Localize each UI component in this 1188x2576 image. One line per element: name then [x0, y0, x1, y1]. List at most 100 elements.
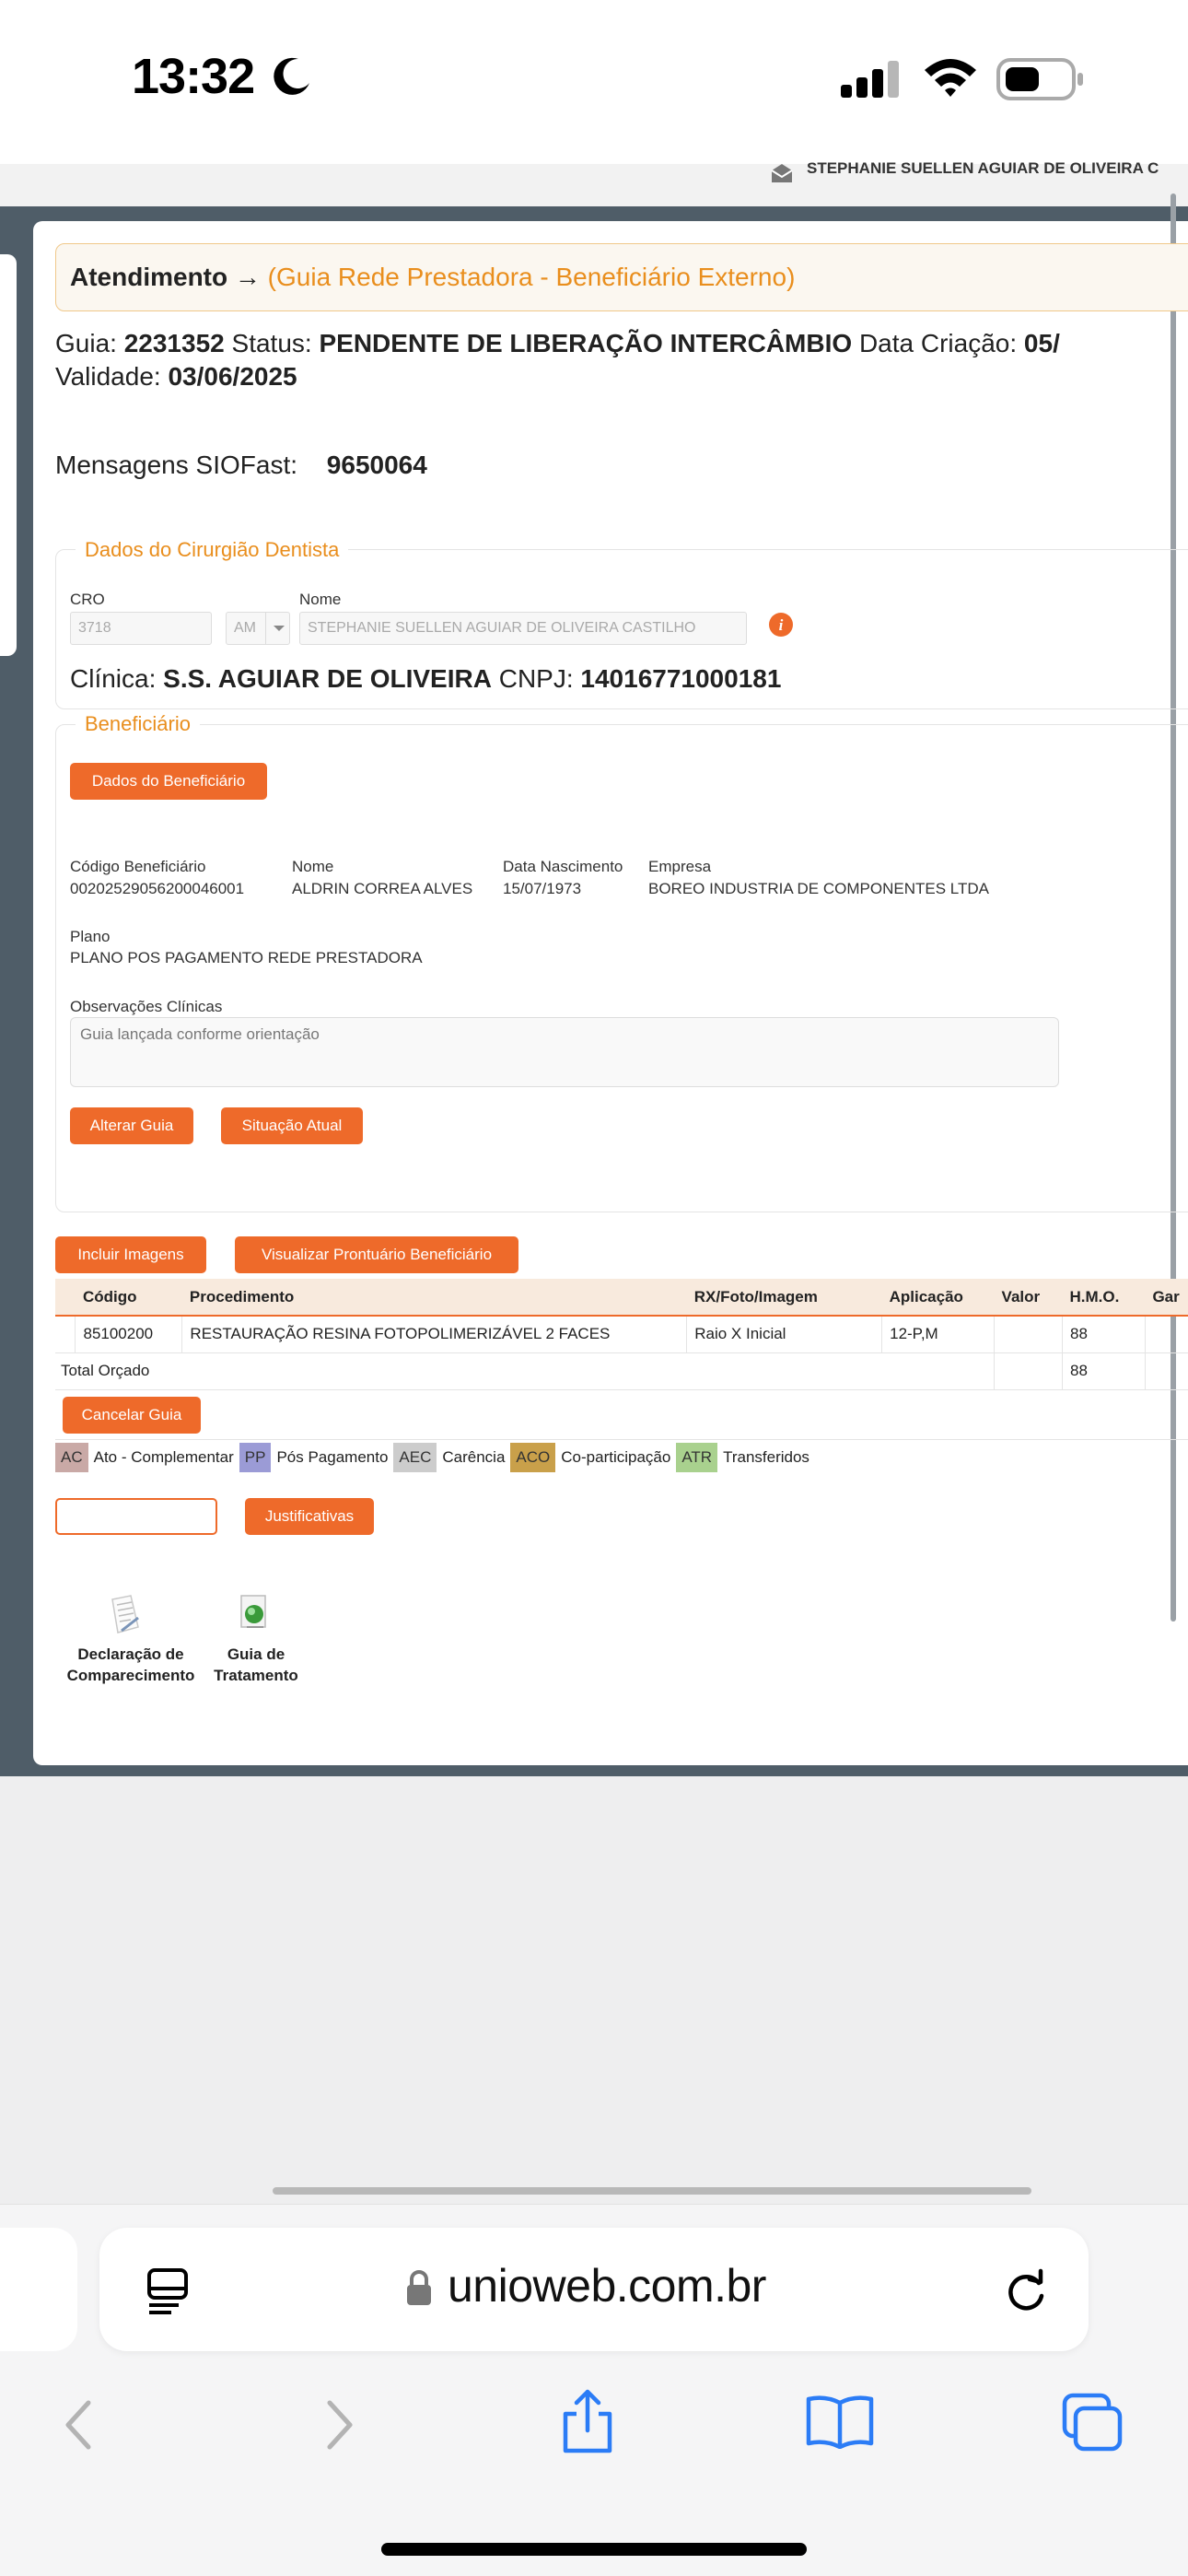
status-label: Status: [231, 329, 312, 357]
divider [55, 1439, 1188, 1440]
clinic-info: Clínica: S.S. AGUIAR DE OLIVEIRA CNPJ: 1… [70, 663, 781, 695]
siofast-messages: Mensagens SIOFast: 9650064 [55, 450, 427, 481]
plan-label: Plano [70, 928, 111, 945]
current-status-button[interactable]: Situação Atual [221, 1107, 363, 1144]
legend-label-atr: Transferidos [723, 1448, 809, 1466]
col-header-procedure: Procedimento [181, 1279, 687, 1317]
reader-menu-icon[interactable] [146, 2266, 190, 2314]
name-label: Nome [299, 591, 342, 608]
table-total-row: Total Orçado 88 [55, 1352, 1188, 1390]
status-time: 13:32 [132, 49, 255, 104]
table-cell [55, 1316, 76, 1353]
lock-icon [405, 2270, 433, 2307]
table-cell: RESTAURAÇÃO RESINA FOTOPOLIMERIZÁVEL 2 F… [181, 1316, 688, 1353]
cnpj-value: 14016771000181 [580, 664, 782, 693]
company-value: BOREO INDUSTRIA DE COMPONENTES LTDA [648, 880, 989, 897]
arrow-text: → [234, 263, 261, 291]
previous-tab-peek[interactable] [0, 2228, 77, 2351]
siofast-label: Mensagens SIOFast: [55, 451, 298, 479]
user-name[interactable]: STEPHANIE SUELLEN AGUIAR DE OLIVEIRA C [807, 157, 1159, 181]
cancel-guide-button[interactable]: Cancelar Guia [63, 1397, 201, 1434]
company-label: Empresa [648, 858, 712, 875]
alter-guide-button[interactable]: Alterar Guia [70, 1107, 193, 1144]
plan-value: PLANO POS PAGAMENTO REDE PRESTADORA [70, 949, 423, 966]
total-value [994, 1352, 1063, 1390]
status-legend: AC Ato - Complementar PP Pós Pagamento A… [55, 1443, 809, 1472]
procedures-table: Código Procedimento RX/Foto/Imagem Aplic… [55, 1279, 1188, 1390]
url-text[interactable]: unioweb.com.br [448, 2259, 766, 2313]
include-images-button[interactable]: Incluir Imagens [55, 1236, 206, 1273]
clinic-value: S.S. AGUIAR DE OLIVEIRA [163, 664, 492, 693]
forward-icon[interactable] [320, 2399, 357, 2451]
tabs-icon[interactable] [1061, 2392, 1125, 2454]
view-records-button[interactable]: Visualizar Prontuário Beneficiário [235, 1236, 518, 1273]
clinical-notes-field[interactable]: Guia lançada conforme orientação [70, 1017, 1059, 1087]
table-cell: 12-P,M [881, 1316, 996, 1353]
beneficiary-code-value: 00202529056200046001 [70, 880, 245, 897]
wifi-icon [921, 55, 980, 100]
guia-number: 2231352 [123, 329, 225, 357]
table-header-row: Código Procedimento RX/Foto/Imagem Aplic… [55, 1279, 1188, 1317]
table-cell: 88 [1062, 1316, 1146, 1353]
uf-value: AM [234, 620, 256, 636]
bookmarks-icon[interactable] [805, 2394, 875, 2449]
doc-label-line: Tratamento [214, 1667, 298, 1684]
beneficiary-name-value: ALDRIN CORREA ALVES [292, 880, 473, 897]
back-icon[interactable] [61, 2399, 98, 2451]
legend-code-atr: ATR [676, 1443, 718, 1472]
horizontal-scrollbar[interactable] [273, 2187, 1031, 2195]
table-row[interactable]: 85100200 RESTAURAÇÃO RESINA FOTOPOLIMERI… [55, 1316, 1188, 1353]
page-subtitle: (Guia Rede Prestadora - Beneficiário Ext… [267, 263, 796, 291]
guia-label: Guia: [55, 329, 117, 357]
col-header-image: RX/Foto/Imagem [686, 1279, 882, 1317]
legend-label-aco: Co-participação [561, 1448, 671, 1466]
doc-label-line: Declaração de [77, 1645, 184, 1663]
table-cell: Raio X Inicial [686, 1316, 883, 1353]
info-icon[interactable]: i [768, 612, 794, 638]
validity-value: 03/06/2025 [168, 362, 297, 391]
validade-info: Validade: 03/06/2025 [55, 361, 297, 392]
cnpj-label: CNPJ: [498, 664, 574, 693]
cro-field[interactable]: 3718 [70, 612, 212, 645]
home-indicator[interactable] [381, 2543, 807, 2556]
col-header-hmo: H.M.O. [1062, 1279, 1146, 1317]
mail-icon[interactable] [770, 162, 794, 184]
beneficiary-data-button[interactable]: Dados do Beneficiário [70, 763, 267, 800]
treatment-guide-icon[interactable] [236, 1592, 273, 1634]
attendance-declaration-link[interactable]: Declaração de Comparecimento [57, 1644, 204, 1686]
cellular-signal-icon [841, 59, 902, 100]
outlined-button[interactable] [55, 1498, 217, 1535]
svg-text:i: i [779, 616, 784, 634]
legend-label-aec: Carência [442, 1448, 506, 1466]
share-icon[interactable] [560, 2388, 615, 2454]
treatment-guide-link[interactable]: Guia de Tratamento [201, 1644, 311, 1686]
cro-label: CRO [70, 591, 105, 608]
total-hmo: 88 [1062, 1352, 1146, 1390]
chevron-down-icon[interactable] [265, 612, 291, 645]
clinical-notes-label: Observações Clínicas [70, 998, 223, 1015]
dentist-name-field[interactable]: STEPHANIE SUELLEN AGUIAR DE OLIVEIRA CAS… [299, 612, 747, 645]
guia-info: Guia: 2231352 Status: PENDENTE DE LIBERA… [55, 328, 1060, 359]
table-cell [994, 1316, 1063, 1353]
moon-icon [271, 55, 313, 98]
col-header-value: Valor [994, 1279, 1063, 1317]
clinic-label: Clínica: [70, 664, 157, 693]
doc-label-line: Guia de [227, 1645, 285, 1663]
legend-code-aco: ACO [510, 1443, 556, 1472]
total-label: Total Orçado [55, 1352, 996, 1390]
battery-icon [996, 57, 1085, 101]
legend-code-ac: AC [55, 1443, 88, 1472]
total-guarantee [1145, 1352, 1188, 1390]
siofast-value: 9650064 [326, 451, 427, 479]
beneficiary-code-label: Código Beneficiário [70, 858, 206, 875]
legend-code-pp: PP [239, 1443, 272, 1472]
document-icon[interactable] [107, 1594, 144, 1634]
beneficiary-legend: Beneficiário [76, 712, 200, 736]
col-header-code: Código [75, 1279, 182, 1317]
reload-icon[interactable] [1004, 2266, 1050, 2314]
page-title-row: Atendimento → (Guia Rede Prestadora - Be… [70, 262, 795, 293]
table-cell [1145, 1316, 1188, 1353]
beneficiary-name-label: Nome [292, 858, 334, 875]
justifications-button[interactable]: Justificativas [245, 1498, 374, 1535]
col-header-application: Aplicação [881, 1279, 995, 1317]
